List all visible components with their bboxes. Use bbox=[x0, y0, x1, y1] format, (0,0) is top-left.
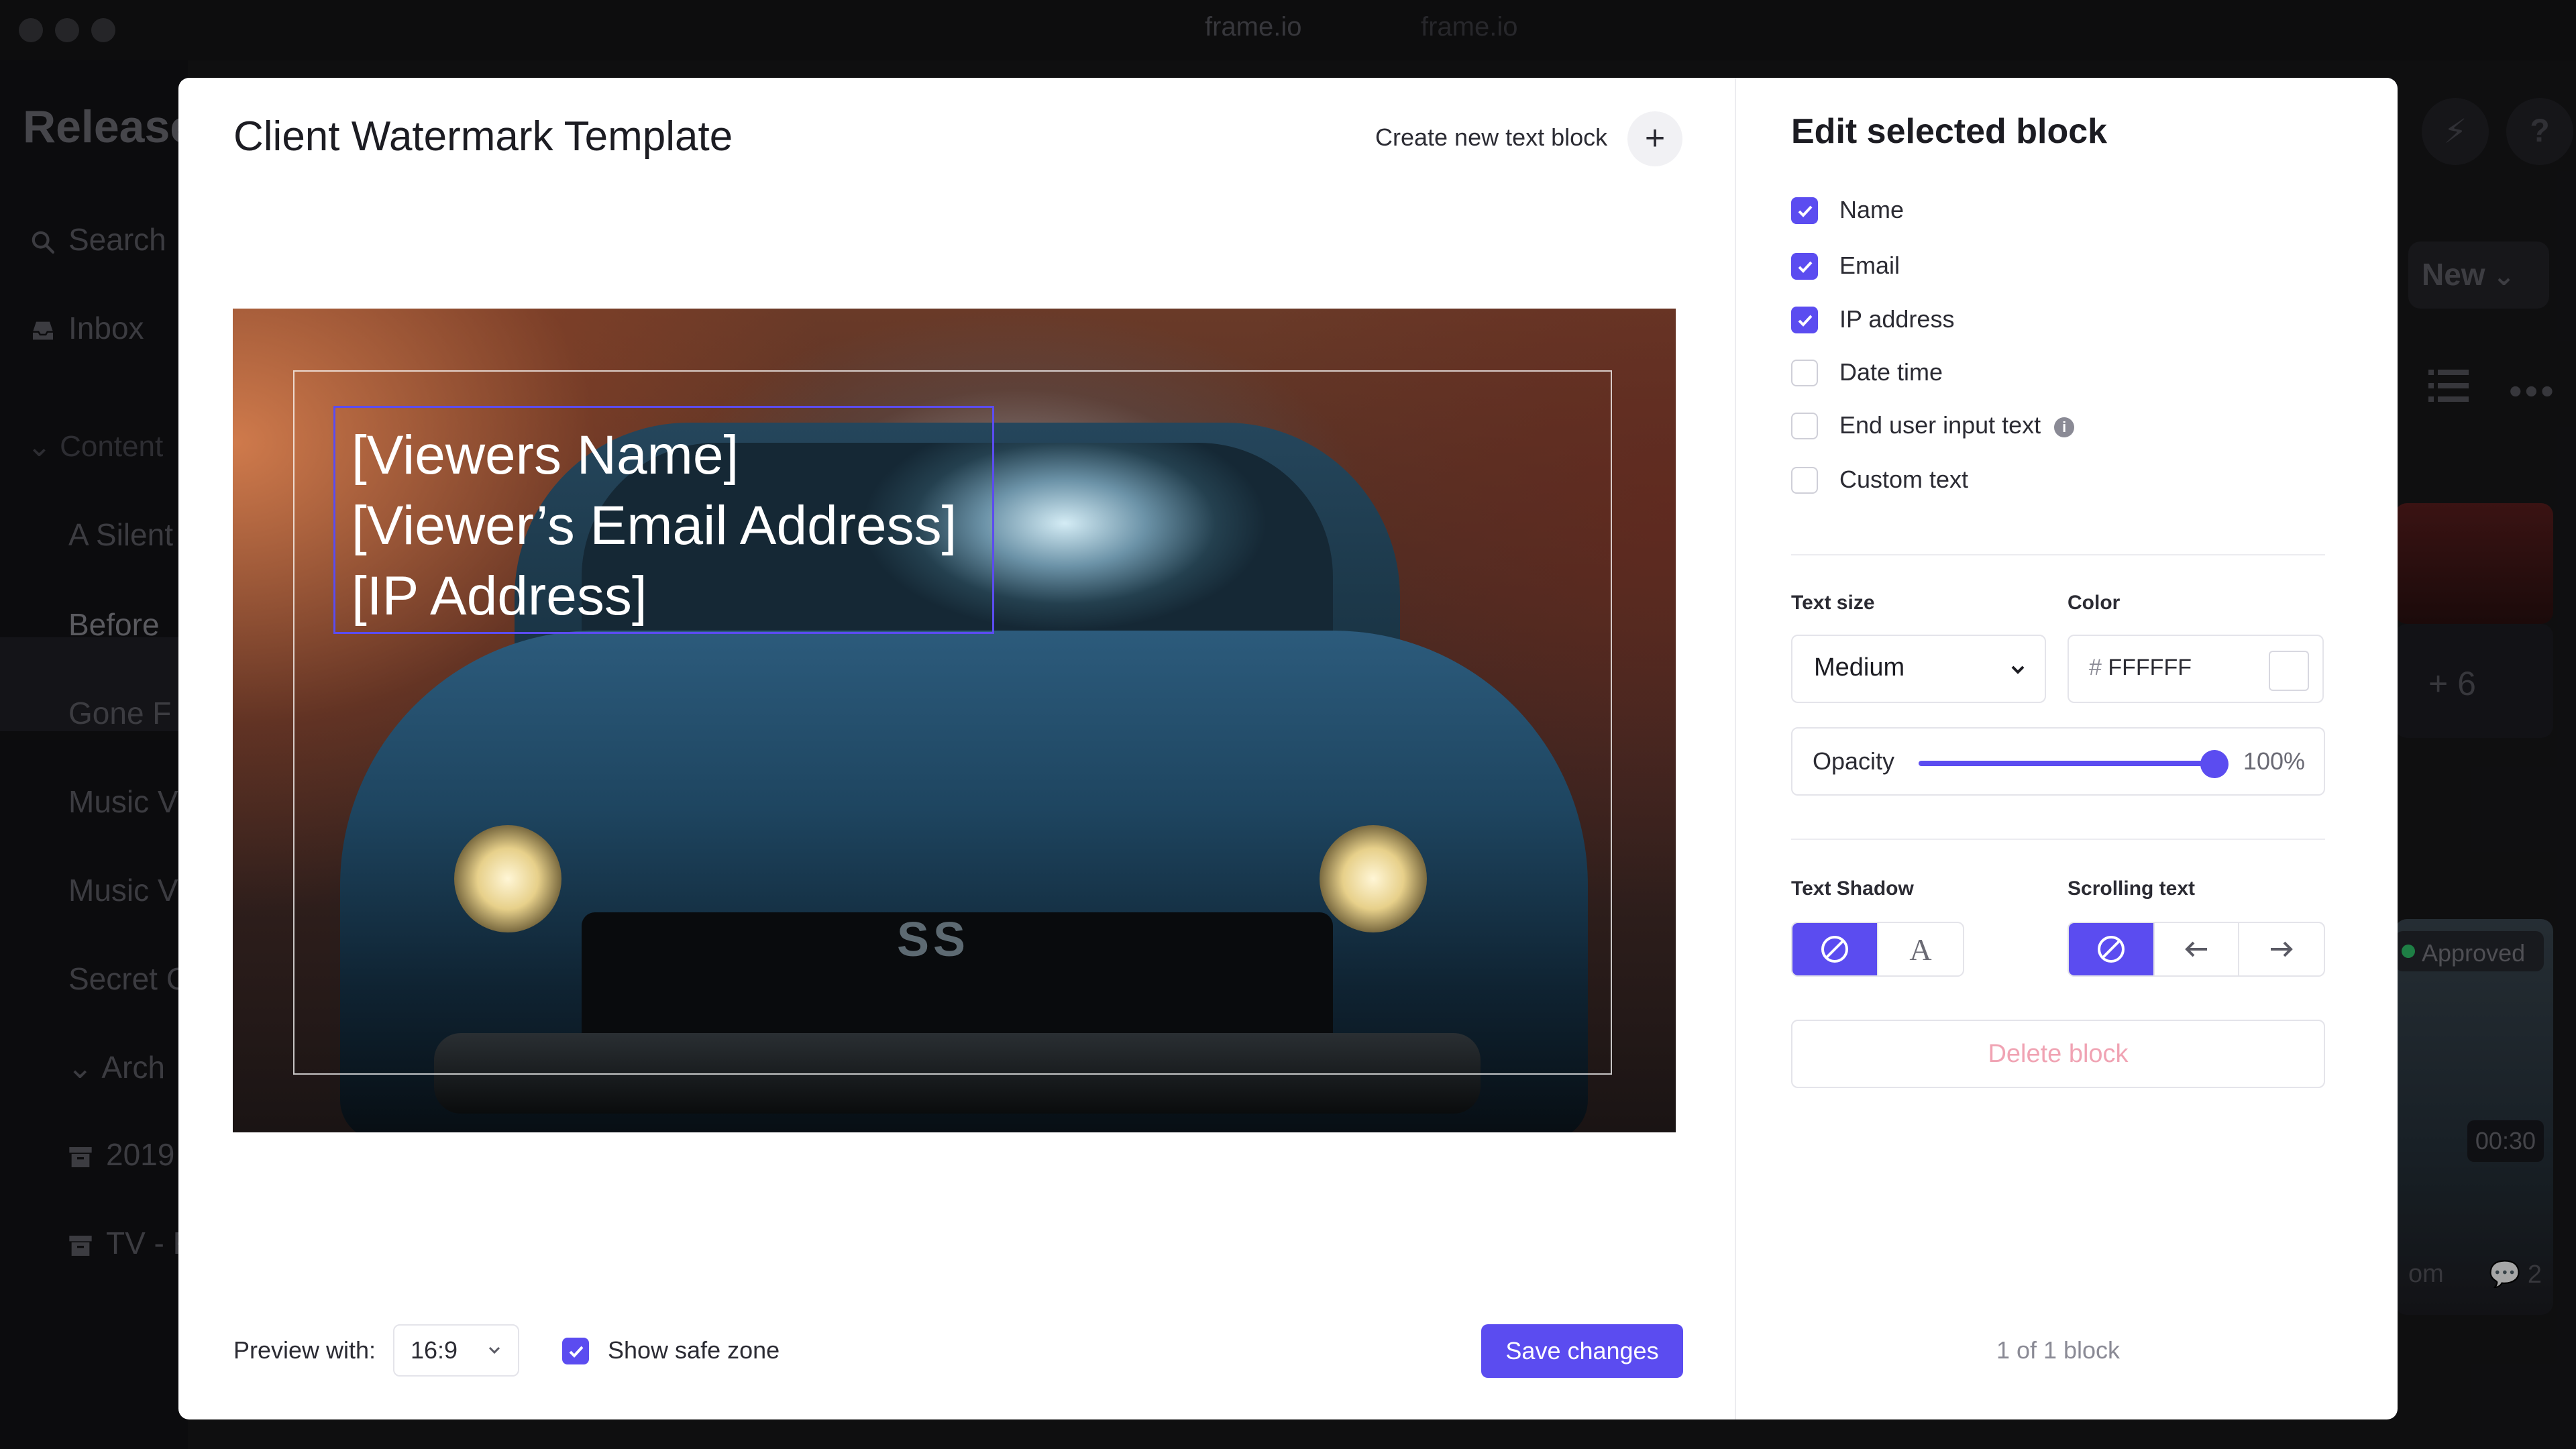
arrow-left-icon bbox=[2185, 941, 2207, 957]
chevron-down-icon bbox=[2011, 665, 2025, 674]
opacity-slider-track[interactable] bbox=[1919, 761, 2214, 766]
none-icon bbox=[1821, 936, 1848, 963]
preview-pane: Client Watermark Template Create new tex… bbox=[178, 78, 1735, 1419]
create-text-block-link[interactable]: Create new text block bbox=[1375, 123, 1607, 152]
field-toggle-label: Name bbox=[1839, 196, 1904, 223]
preview-with-label: Preview with: bbox=[233, 1336, 376, 1364]
watermark-line-name: [Viewers Name] bbox=[352, 425, 739, 486]
color-input[interactable]: # FFFFFF bbox=[2068, 635, 2324, 703]
text-size-label: Text size bbox=[1791, 592, 1875, 614]
video-preview: SS [Viewers Name] [Viewer’s Email Addres… bbox=[233, 309, 1676, 1132]
plus-icon: + bbox=[1644, 119, 1666, 158]
info-icon[interactable]: i bbox=[2054, 417, 2075, 437]
scroll-right-button[interactable] bbox=[2239, 923, 2324, 975]
watermark-line-ip: [IP Address] bbox=[352, 566, 647, 627]
text-shadow-on-button[interactable]: A bbox=[1878, 923, 1963, 975]
field-toggle-label: End user input text i bbox=[1839, 411, 2075, 439]
block-count: 1 of 1 block bbox=[1996, 1336, 2121, 1364]
aspect-ratio-value: 16:9 bbox=[411, 1336, 458, 1364]
modal-title: Client Watermark Template bbox=[233, 113, 733, 160]
hash-symbol: # bbox=[2089, 655, 2102, 680]
text-size-value: Medium bbox=[1814, 653, 1905, 682]
show-safe-zone-checkbox[interactable] bbox=[562, 1338, 589, 1364]
text-shadow-toggle: A bbox=[1791, 922, 1964, 977]
screen: frame.io frame.io Release Search Inbox ⌄… bbox=[0, 0, 2576, 1449]
aspect-ratio-select[interactable]: 16:9 bbox=[393, 1324, 519, 1377]
text-shadow-label: Text Shadow bbox=[1791, 877, 1914, 900]
opacity-value: 100% bbox=[2243, 747, 2305, 775]
section-divider bbox=[1791, 839, 2325, 840]
field-toggle-label: Date time bbox=[1839, 358, 1943, 386]
watermark-text-block[interactable]: [Viewers Name] [Viewer’s Email Address] … bbox=[333, 406, 994, 634]
checkbox-unchecked[interactable] bbox=[1791, 413, 1818, 439]
save-changes-button[interactable]: Save changes bbox=[1481, 1324, 1683, 1378]
opacity-slider-handle[interactable] bbox=[2200, 750, 2229, 778]
arrow-right-icon bbox=[2271, 941, 2293, 957]
field-toggle-label: Custom text bbox=[1839, 466, 1969, 493]
none-icon bbox=[2098, 936, 2125, 963]
checkbox-checked[interactable] bbox=[1791, 197, 1818, 224]
checkbox-unchecked[interactable] bbox=[1791, 467, 1818, 494]
show-safe-zone-label[interactable]: Show safe zone bbox=[608, 1336, 780, 1364]
checkmark-icon bbox=[1798, 205, 1813, 217]
edit-block-pane: Edit selected block Name Email IP addres… bbox=[1735, 78, 2398, 1419]
opacity-label: Opacity bbox=[1813, 747, 1895, 775]
field-toggle-label: IP address bbox=[1839, 305, 1955, 333]
add-text-block-button[interactable]: + bbox=[1627, 111, 1682, 166]
checkbox-checked[interactable] bbox=[1791, 253, 1818, 280]
color-label: Color bbox=[2068, 592, 2121, 614]
checkbox-unchecked[interactable] bbox=[1791, 360, 1818, 386]
text-size-select[interactable]: Medium bbox=[1791, 635, 2046, 703]
color-hex-value: FFFFFF bbox=[2108, 655, 2192, 680]
watermark-line-email: [Viewer’s Email Address] bbox=[352, 495, 957, 556]
checkbox-checked[interactable] bbox=[1791, 307, 1818, 333]
field-toggle-label-text: End user input text bbox=[1839, 411, 2041, 439]
text-shadow-none-button[interactable] bbox=[1792, 923, 1878, 975]
opacity-control: Opacity 100% bbox=[1791, 727, 2325, 796]
checkmark-icon bbox=[1798, 261, 1813, 273]
edit-block-title: Edit selected block bbox=[1791, 112, 2108, 151]
scrolling-text-label: Scrolling text bbox=[2068, 877, 2196, 900]
checkmark-icon bbox=[1798, 315, 1813, 327]
scroll-left-button[interactable] bbox=[2155, 923, 2239, 975]
delete-block-button[interactable]: Delete block bbox=[1791, 1020, 2325, 1088]
checkbox-checked bbox=[562, 1338, 589, 1364]
watermark-template-modal: Client Watermark Template Create new tex… bbox=[178, 78, 2398, 1419]
scrolling-none-button[interactable] bbox=[2069, 923, 2155, 975]
scrolling-text-toggle bbox=[2068, 922, 2325, 977]
field-toggle-label: Email bbox=[1839, 252, 1900, 279]
section-divider bbox=[1791, 554, 2325, 555]
chevron-down-icon bbox=[488, 1346, 500, 1354]
checkmark-icon bbox=[569, 1346, 584, 1358]
color-swatch[interactable] bbox=[2269, 651, 2309, 691]
